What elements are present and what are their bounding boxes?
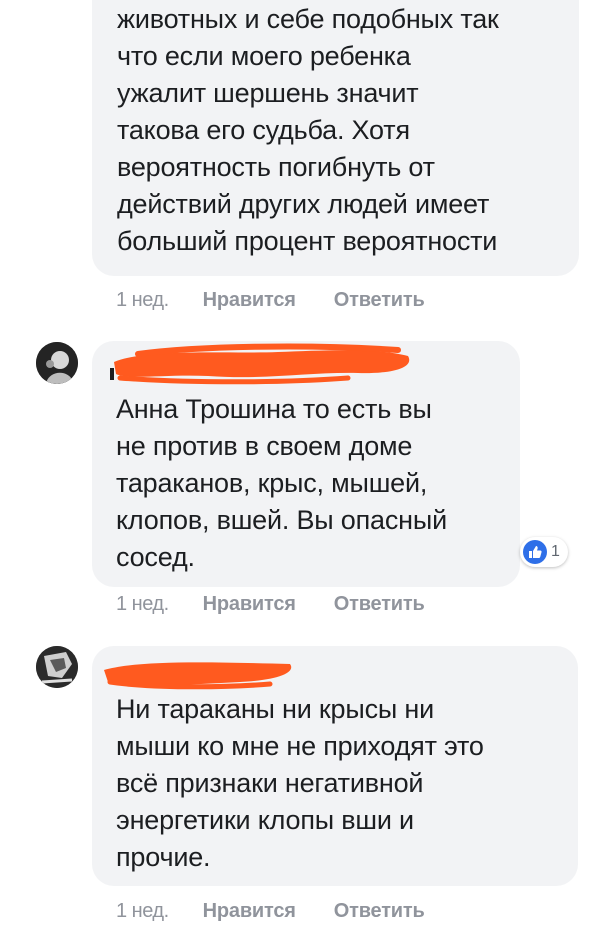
comment-text: Ни тараканы ни крысы ни мыши ко мне не п… xyxy=(116,694,484,872)
reply-link[interactable]: Ответить xyxy=(334,900,425,923)
redacted-author-name xyxy=(110,343,410,385)
like-link[interactable]: Нравится xyxy=(203,900,296,923)
comment-text: Анна Трошина то есть вы не против в свое… xyxy=(116,394,447,572)
avatar[interactable] xyxy=(36,646,78,688)
avatar[interactable] xyxy=(36,342,78,384)
reply-link[interactable]: Ответить xyxy=(334,289,425,312)
reaction-badge[interactable]: 1 xyxy=(520,537,568,567)
reply-link[interactable]: Ответить xyxy=(334,593,425,616)
comment-actions: 1 нед. Нравится Ответить xyxy=(116,593,463,616)
comment-timestamp[interactable]: 1 нед. xyxy=(116,289,169,312)
comment-actions: 1 нед. Нравится Ответить xyxy=(116,289,463,312)
redacted-author-name xyxy=(104,662,292,690)
reaction-count: 1 xyxy=(551,543,560,560)
like-link[interactable]: Нравится xyxy=(203,593,296,616)
comment-actions: 1 нед. Нравится Ответить xyxy=(116,900,463,923)
comment-text: животных и себе подобных так что если мо… xyxy=(117,4,499,256)
like-link[interactable]: Нравится xyxy=(203,289,296,312)
comment-timestamp[interactable]: 1 нед. xyxy=(116,593,169,616)
thumbs-up-icon xyxy=(523,540,547,564)
comment-timestamp[interactable]: 1 нед. xyxy=(116,900,169,923)
comment-bubble: животных и себе подобных так что если мо… xyxy=(92,0,579,276)
